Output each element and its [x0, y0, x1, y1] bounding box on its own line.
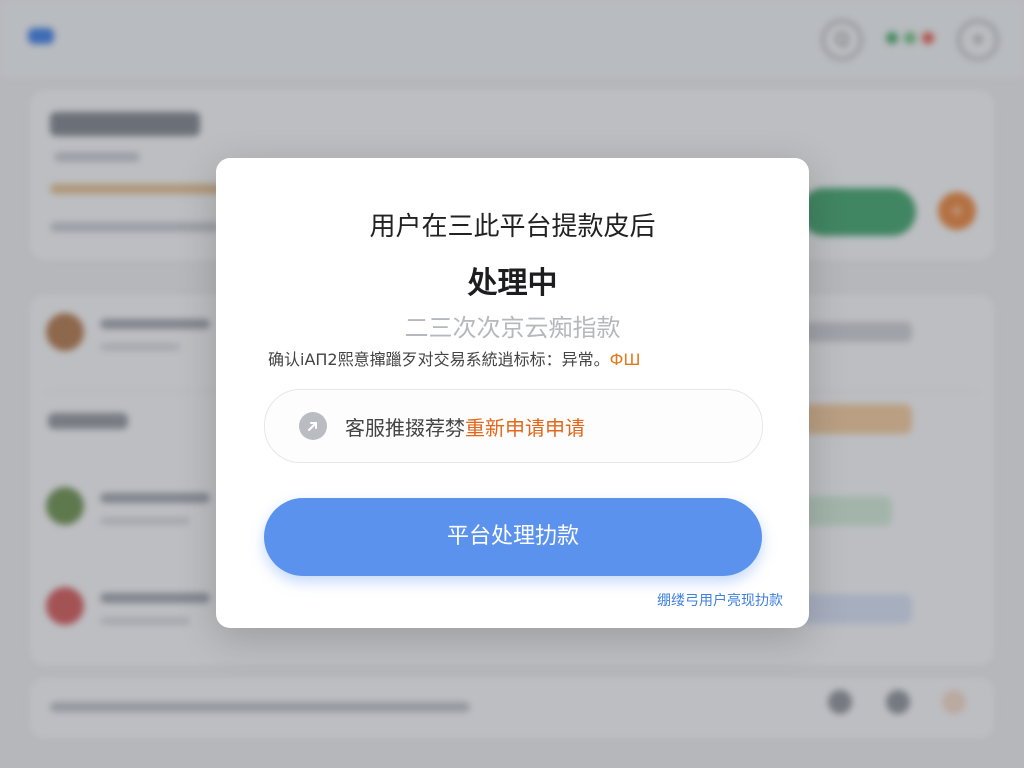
- support-prefix: 客服推掇荐棼: [345, 416, 465, 440]
- dialog-subtitle: 二三次次京云痴指款: [404, 314, 621, 342]
- arrow-icon: [299, 412, 327, 440]
- notice-message: 确认iAП2熙意撺躐歹对交易系統逍标标：异常。: [268, 350, 610, 369]
- platform-process-button[interactable]: 平台处理扐款: [264, 498, 762, 576]
- withdrawal-status-dialog: 用户在三此平台提款皮后 处理中 二三次次京云痴指款 确认iAП2熙意撺躐歹对交易…: [216, 158, 809, 628]
- status-label: 处理中: [467, 266, 558, 301]
- support-text: 客服推掇荐棼重新申请申请: [345, 412, 585, 441]
- withdraw-link[interactable]: 绷缕弓用户亮现扐款: [657, 590, 783, 610]
- notice-text: 确认iAП2熙意撺躐歹对交易系統逍标标：异常。ФШ: [268, 346, 641, 370]
- notice-badge: ФШ: [609, 350, 641, 369]
- reapply-link[interactable]: 重新申请申请: [465, 416, 585, 440]
- dialog-title: 用户在三此平台提款皮后: [369, 212, 656, 242]
- support-row[interactable]: 客服推掇荐棼重新申请申请: [264, 389, 763, 463]
